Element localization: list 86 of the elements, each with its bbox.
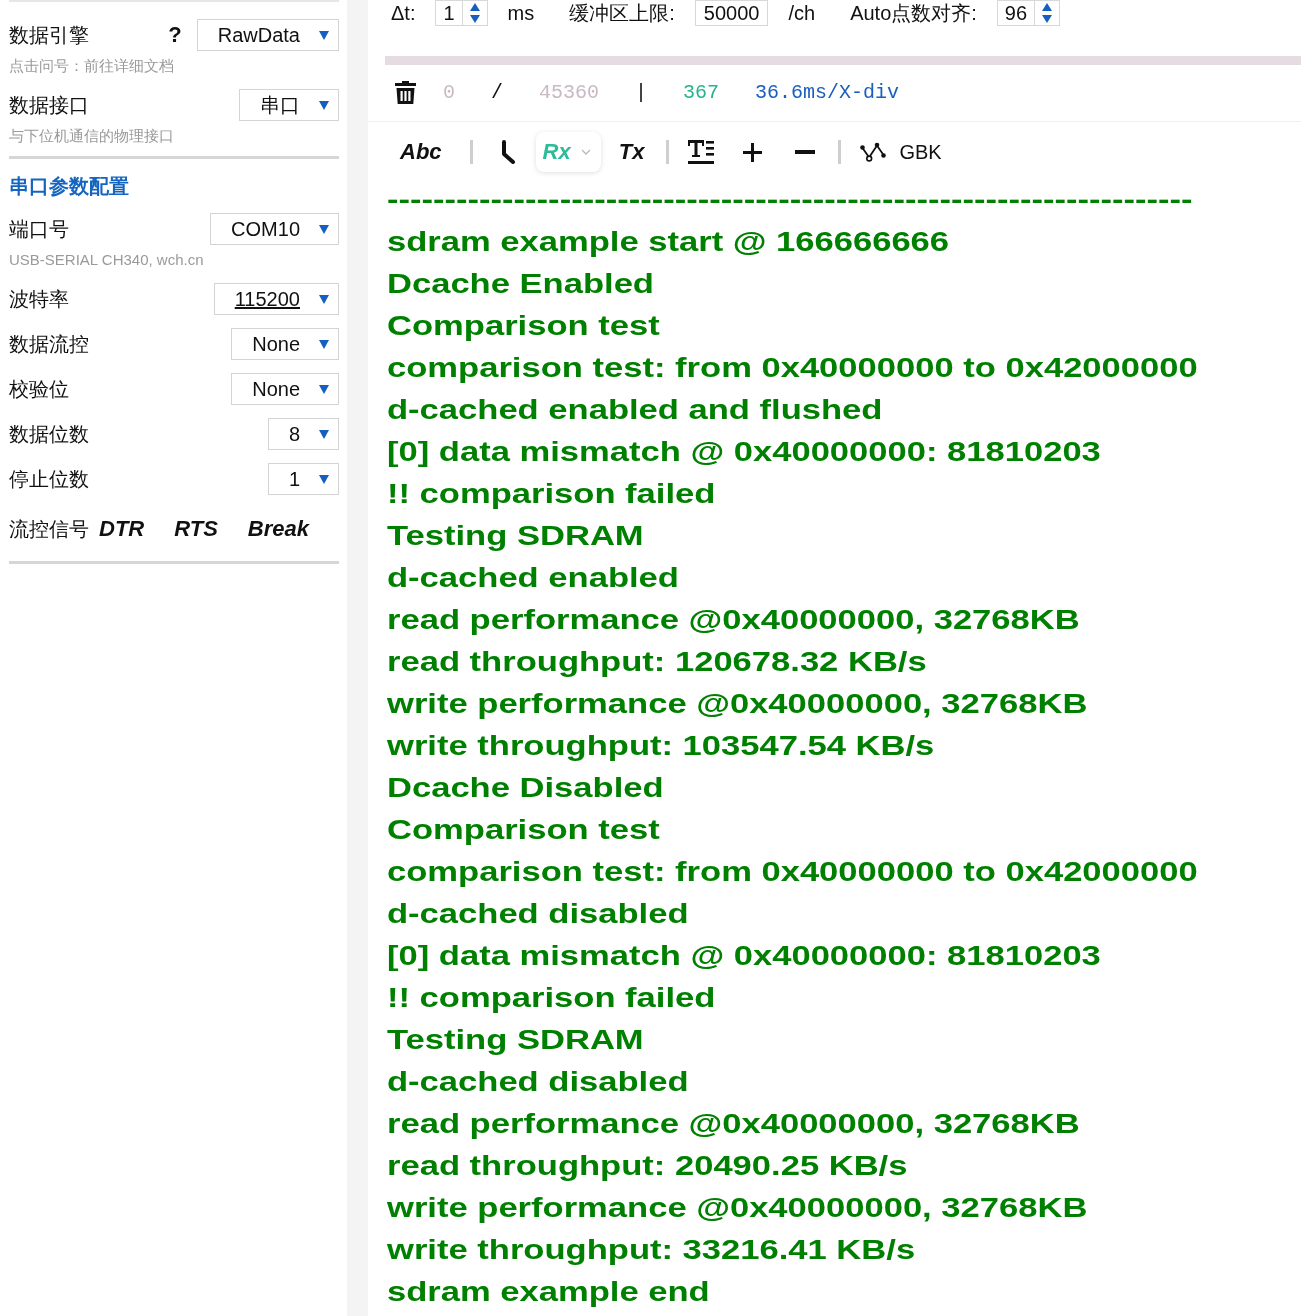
log-line: ---------------------------------------------------------------------- — [387, 184, 1193, 217]
unit-label: ms — [507, 1, 535, 25]
log-line: write throughput: 103547.54 KB/s — [387, 730, 935, 763]
log-line: [0] data mismatch @ 0x40000000: 81810203 — [387, 940, 1101, 973]
caret-icon — [319, 294, 329, 304]
signal-button[interactable]: DTR — [99, 516, 145, 542]
unit-label: /ch — [788, 1, 816, 25]
log-line: read throughput: 20490.25 KB/s — [387, 1150, 908, 1183]
text-format-icon[interactable] — [688, 139, 715, 165]
section-title: 串口参数配置 — [9, 174, 130, 199]
log-line: write performance @0x40000000, 32768KB — [387, 1192, 1088, 1225]
log-line: !! comparison failed — [387, 478, 716, 511]
input-field[interactable]: 50000 — [694, 0, 769, 26]
spin-arrows-icon[interactable] — [468, 2, 481, 24]
field-label: 数据接口 — [9, 92, 90, 118]
log-line: sdram example end — [387, 1276, 710, 1309]
field-label: 校验位 — [9, 376, 70, 402]
field-label: 流控信号 — [9, 516, 90, 542]
field-label: 波特率 — [9, 286, 70, 312]
log-line: Dcache Disabled — [387, 772, 664, 805]
field-label: 数据流控 — [9, 331, 90, 357]
dropdown[interactable]: RawData — [196, 19, 339, 51]
log-line: d-cached disabled — [387, 1066, 689, 1099]
log-line: comparison test: from 0x40000000 to 0x42000000 — [387, 352, 1198, 385]
total-count: 45360 — [539, 80, 600, 104]
caret-icon — [319, 30, 329, 40]
abc-button[interactable]: Abc — [400, 139, 442, 165]
spin-arrows-icon[interactable] — [1041, 2, 1054, 24]
dropdown[interactable]: 115200 — [213, 283, 339, 315]
dropdown[interactable]: 8 — [267, 418, 339, 450]
field-label: 缓冲区上限: — [569, 0, 675, 26]
encoding-button[interactable]: GBK — [899, 140, 942, 164]
spin-box[interactable]: 96 — [996, 0, 1061, 26]
plus-icon[interactable] — [743, 142, 763, 162]
log-line: d-cached enabled and flushed — [387, 394, 883, 427]
chevron-down-icon — [580, 149, 591, 155]
field-label: 端口号 — [9, 216, 70, 242]
spin-box[interactable]: 1 — [435, 0, 488, 26]
log-line: read performance @0x40000000, 32768KB — [387, 1108, 1080, 1141]
field-hint: USB-SERIAL CH340, wch.cn — [9, 250, 205, 270]
log-line: write performance @0x40000000, 32768KB — [387, 688, 1088, 721]
separator-mark: | — [635, 80, 648, 104]
field-label: 数据引擎 — [9, 22, 90, 48]
dropdown[interactable]: None — [231, 373, 339, 405]
trash-icon[interactable] — [395, 80, 416, 104]
log-line: read throughput: 120678.32 KB/s — [387, 646, 927, 679]
help-button[interactable]: ? — [168, 22, 182, 48]
caret-icon — [319, 224, 329, 234]
log-line: d-cached enabled — [387, 562, 679, 595]
log-line: Testing SDRAM — [387, 1024, 644, 1057]
minus-icon[interactable] — [795, 150, 816, 154]
field-label: 停止位数 — [9, 466, 90, 492]
dropdown[interactable]: 1 — [267, 463, 339, 495]
log-line: Testing SDRAM — [387, 520, 644, 553]
hook-icon[interactable] — [499, 140, 516, 164]
log-line: sdram example start @ 166666666 — [387, 226, 950, 259]
dropdown[interactable]: 串口 — [239, 89, 339, 121]
caret-icon — [319, 384, 329, 394]
log-line: comparison test: from 0x40000000 to 0x42000000 — [387, 856, 1198, 889]
caret-icon — [319, 100, 329, 110]
field-label: Auto点数对齐: — [850, 0, 977, 26]
log-line: Comparison test — [387, 814, 660, 847]
log-line: d-cached disabled — [387, 898, 689, 931]
log-line: !! comparison failed — [387, 982, 716, 1015]
field-hint: 点击问号：前往详细文档 — [9, 56, 175, 76]
field-hint: 与下位机通信的物理接口 — [9, 126, 175, 146]
time-scale: 36.6ms/X-div — [755, 80, 900, 104]
tx-button[interactable]: Tx — [618, 132, 645, 172]
signal-button[interactable]: Break — [247, 516, 309, 542]
caret-icon — [319, 429, 329, 439]
caret-icon — [319, 474, 329, 484]
log-line: read performance @0x40000000, 32768KB — [387, 604, 1080, 637]
log-line: Comparison test — [387, 310, 660, 343]
line-chart-icon[interactable] — [860, 142, 887, 162]
log-line: [0] data mismatch @ 0x40000000: 81810203 — [387, 436, 1101, 469]
dropdown[interactable]: None — [231, 328, 339, 360]
dropdown[interactable]: COM10 — [210, 213, 339, 245]
log-line: Dcache Enabled — [387, 268, 654, 301]
field-label: 数据位数 — [9, 421, 90, 447]
position-value: 0 — [443, 80, 455, 104]
caret-icon — [319, 339, 329, 349]
log-line: write throughput: 33216.41 KB/s — [387, 1234, 916, 1267]
separator-mark: / — [491, 80, 504, 104]
signal-button[interactable]: RTS — [174, 516, 218, 542]
field-label: Δt: — [391, 1, 416, 25]
count-value: 367 — [683, 80, 720, 104]
